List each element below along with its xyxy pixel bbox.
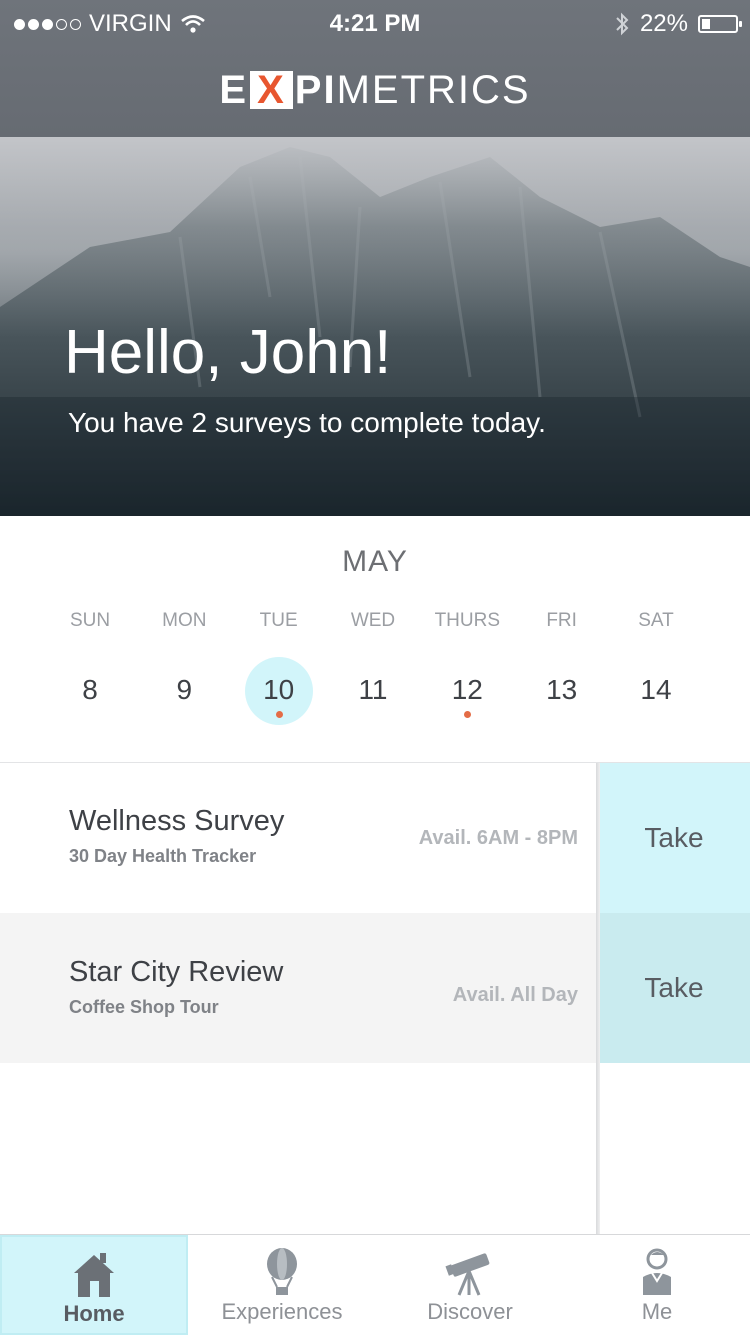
calendar-day[interactable]: 14: [609, 655, 703, 725]
tab-experiences[interactable]: Experiences: [188, 1235, 376, 1335]
weekday-label: TUE: [259, 610, 298, 631]
tab-me[interactable]: Me: [564, 1235, 750, 1335]
calendar-day-selected[interactable]: 10: [232, 655, 326, 725]
survey-availability: Avail. 6AM - 8PM: [418, 827, 578, 849]
telescope-icon: [445, 1253, 490, 1296]
app-header: VIRGIN 4:21 PM 22% E X PIMETRICS: [0, 0, 750, 137]
hero-banner: Hello, John! You have 2 surveys to compl…: [0, 137, 750, 516]
status-bar: VIRGIN 4:21 PM 22%: [0, 0, 750, 48]
weekday-label: THURS: [434, 610, 501, 631]
survey-list-item[interactable]: Wellness Survey 30 Day Health Tracker Av…: [0, 763, 598, 913]
bottom-tab-bar: Home Experiences Discover Me: [0, 1234, 750, 1335]
calendar-day[interactable]: 13: [515, 655, 609, 725]
calendar-day[interactable]: 11: [326, 655, 420, 725]
survey-title: Star City Review: [69, 956, 284, 988]
survey-count-text: You have 2 surveys to complete today.: [68, 407, 546, 438]
tab-discover[interactable]: Discover: [376, 1235, 564, 1335]
calendar-day[interactable]: 9: [137, 655, 231, 725]
calendar-day[interactable]: 12: [420, 655, 514, 725]
column-separator: [596, 763, 600, 1234]
survey-list-item[interactable]: Star City Review Coffee Shop Tour Avail.…: [0, 913, 598, 1063]
weekday-label: SAT: [638, 610, 674, 631]
event-indicator-dot: [275, 711, 283, 718]
calendar-day[interactable]: 8: [43, 655, 137, 725]
take-survey-button[interactable]: Take: [598, 913, 750, 1063]
person-icon: [643, 1248, 671, 1295]
app-logo: E X PIMETRICS: [219, 68, 531, 112]
battery-percent: 22%: [639, 10, 688, 37]
take-survey-button[interactable]: Take: [598, 763, 750, 913]
hot-air-balloon-icon: [267, 1248, 297, 1295]
weekday-label: SUN: [69, 610, 111, 631]
survey-title: Wellness Survey: [69, 805, 285, 837]
tab-home[interactable]: Home: [0, 1235, 188, 1335]
week-day-row: 8 9 10 11 12 13 14: [43, 655, 703, 725]
survey-subtitle: Coffee Shop Tour: [69, 997, 219, 1017]
calendar-month: MAY: [342, 545, 408, 578]
weekday-label: WED: [350, 610, 396, 631]
battery-icon: [698, 15, 742, 33]
house-icon: [74, 1253, 114, 1297]
greeting-heading: Hello, John!: [64, 318, 392, 387]
survey-availability: Avail. All Day: [452, 984, 578, 1006]
weekday-header: SUN MON TUE WED THURS FRI SAT: [43, 610, 703, 632]
weekday-label: FRI: [546, 610, 577, 631]
weekday-label: MON: [162, 610, 207, 631]
bluetooth-icon: [616, 12, 629, 36]
survey-subtitle: 30 Day Health Tracker: [69, 846, 257, 866]
